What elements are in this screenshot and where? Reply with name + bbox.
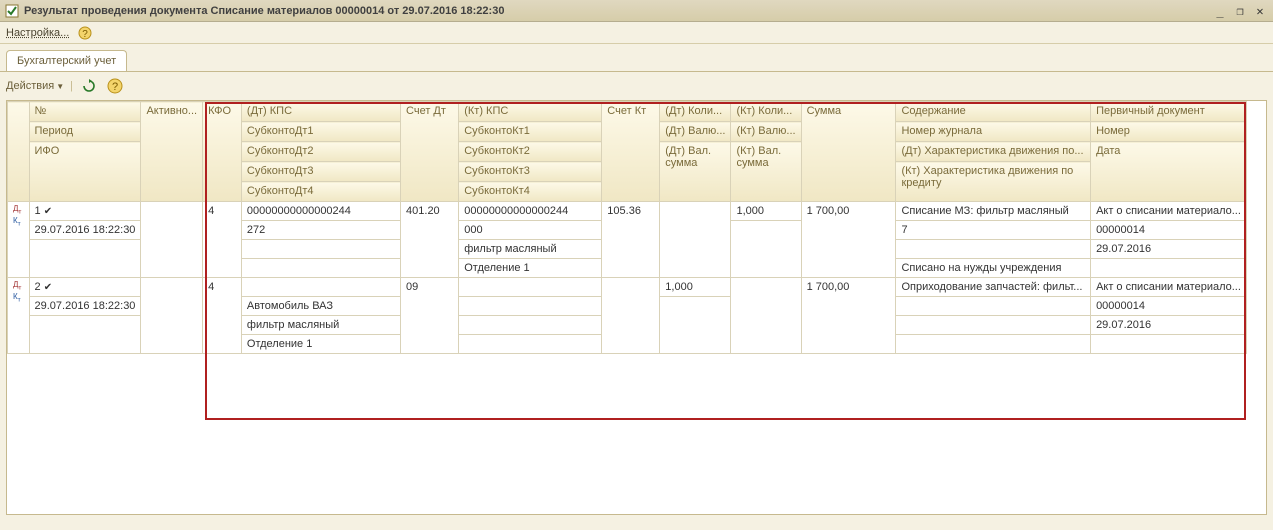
col-dt-val[interactable]: (Дт) Валю... (660, 122, 731, 142)
col-kt-kps[interactable]: (Кт) КПС (459, 102, 602, 122)
col-sum[interactable]: Сумма (801, 102, 896, 202)
actions-menu-button[interactable]: Действия ▼ (6, 80, 64, 92)
col-date[interactable]: Дата (1091, 142, 1247, 202)
cell-sub-dt4: Отделение 1 (241, 335, 400, 354)
refresh-icon[interactable] (79, 76, 99, 96)
cell-content: Списание МЗ: фильтр масляный (896, 202, 1091, 221)
col-sub-dt2[interactable]: СубконтоДт2 (241, 142, 400, 162)
table-row[interactable]: ДтКт 2 4 09 1,000 1 700,00 Оприходование… (8, 278, 1247, 297)
cell-doc-date: 29.07.2016 (1091, 316, 1247, 335)
cell-sub-kt3: фильтр масляный (459, 240, 602, 259)
app-icon (4, 3, 20, 19)
minimize-button[interactable]: _ (1211, 3, 1229, 19)
col-primary-doc[interactable]: Первичный документ (1091, 102, 1247, 122)
col-kfo[interactable]: КФО (203, 102, 242, 202)
check-icon (44, 205, 52, 217)
actions-label: Действия (6, 80, 54, 92)
cell-kt-kol: 1,000 (731, 202, 801, 221)
grid-wrapper[interactable]: № Активно... КФО (Дт) КПС Счет Дт (Кт) К… (6, 100, 1267, 515)
col-journal-no[interactable]: Номер журнала (896, 122, 1091, 142)
col-kt-kol[interactable]: (Кт) Коли... (731, 102, 801, 122)
col-sub-dt4[interactable]: СубконтоДт4 (241, 182, 400, 202)
col-ifo[interactable]: ИФО (29, 142, 141, 202)
maximize-button[interactable]: ❐ (1231, 3, 1249, 19)
menubar: Настройка... ? (0, 22, 1273, 44)
col-dt-kol[interactable]: (Дт) Коли... (660, 102, 731, 122)
table-row[interactable]: ДтКт 1 4 00000000000000244 401.20 000000… (8, 202, 1247, 221)
cell-dt-kps: 00000000000000244 (241, 202, 400, 221)
toolbar: Действия ▼ | ? (0, 71, 1273, 100)
window-title: Результат проведения документа Списание … (24, 5, 1211, 17)
cell-sub-dt2: Автомобиль ВАЗ (241, 297, 400, 316)
cell-doc-no: 00000014 (1091, 297, 1247, 316)
cell-content: Оприходование запчастей: фильт... (896, 278, 1091, 297)
col-icon[interactable] (8, 102, 30, 202)
col-active[interactable]: Активно... (141, 102, 203, 202)
cell-dt-kol: 1,000 (660, 278, 731, 297)
col-kt-val[interactable]: (Кт) Валю... (731, 122, 801, 142)
col-kt-val-sum[interactable]: (Кт) Вал. сумма (731, 142, 801, 202)
col-sub-kt4[interactable]: СубконтоКт4 (459, 182, 602, 202)
col-sub-kt1[interactable]: СубконтоКт1 (459, 122, 602, 142)
cell-kfo: 4 (203, 278, 242, 354)
col-dt-char[interactable]: (Дт) Характеристика движения по... (896, 142, 1091, 162)
col-kt-char[interactable]: (Кт) Характеристика движения по кредиту (896, 162, 1091, 202)
settings-link[interactable]: Настройка... (6, 27, 69, 39)
cell-content4: Списано на нужды учреждения (896, 259, 1091, 278)
col-period[interactable]: Период (29, 122, 141, 142)
cell-schet-dt: 401.20 (401, 202, 459, 278)
tab-accounting[interactable]: Бухгалтерский учет (6, 50, 127, 71)
col-dt-kps[interactable]: (Дт) КПС (241, 102, 400, 122)
cell-period: 29.07.2016 18:22:30 (29, 221, 141, 240)
cell-sum: 1 700,00 (801, 202, 896, 278)
col-sub-kt2[interactable]: СубконтоКт2 (459, 142, 602, 162)
svg-text:?: ? (112, 81, 118, 93)
cell-doc-no: 00000014 (1091, 221, 1247, 240)
cell-no: 1 (35, 205, 41, 217)
col-schet-kt[interactable]: Счет Кт (602, 102, 660, 202)
cell-sub-kt2: 000 (459, 221, 602, 240)
cell-sum: 1 700,00 (801, 278, 896, 354)
data-grid: № Активно... КФО (Дт) КПС Счет Дт (Кт) К… (7, 101, 1247, 394)
dtkt-icon: ДтКт (13, 205, 24, 228)
cell-doc: Акт о списании материало... (1091, 278, 1247, 297)
col-no[interactable]: № (29, 102, 141, 122)
cell-doc-date: 29.07.2016 (1091, 240, 1247, 259)
close-button[interactable]: ✕ (1251, 3, 1269, 19)
cell-doc: Акт о списании материало... (1091, 202, 1247, 221)
help-toolbar-icon[interactable]: ? (105, 76, 125, 96)
col-content[interactable]: Содержание (896, 102, 1091, 122)
help-icon[interactable]: ? (75, 23, 95, 43)
cell-schet-kt: 105.36 (602, 202, 660, 278)
cell-no: 2 (35, 281, 41, 293)
cell-sub-dt3: фильтр масляный (241, 316, 400, 335)
cell-sub-kt4: Отделение 1 (459, 259, 602, 278)
tabbar: Бухгалтерский учет (6, 50, 1273, 71)
dtkt-icon: ДтКт (13, 281, 24, 304)
svg-text:?: ? (83, 29, 89, 40)
cell-content2: 7 (896, 221, 1091, 240)
col-dt-val-sum[interactable]: (Дт) Вал. сумма (660, 142, 731, 202)
chevron-down-icon: ▼ (56, 82, 64, 91)
col-schet-dt[interactable]: Счет Дт (401, 102, 459, 202)
cell-kfo: 4 (203, 202, 242, 278)
col-sub-dt1[interactable]: СубконтоДт1 (241, 122, 400, 142)
col-sub-kt3[interactable]: СубконтоКт3 (459, 162, 602, 182)
cell-sub-dt2: 272 (241, 221, 400, 240)
cell-schet-dt: 09 (401, 278, 459, 354)
check-icon (44, 281, 52, 293)
cell-period: 29.07.2016 18:22:30 (29, 297, 141, 316)
titlebar: Результат проведения документа Списание … (0, 0, 1273, 22)
col-sub-dt3[interactable]: СубконтоДт3 (241, 162, 400, 182)
cell-kt-kps: 00000000000000244 (459, 202, 602, 221)
col-number[interactable]: Номер (1091, 122, 1247, 142)
